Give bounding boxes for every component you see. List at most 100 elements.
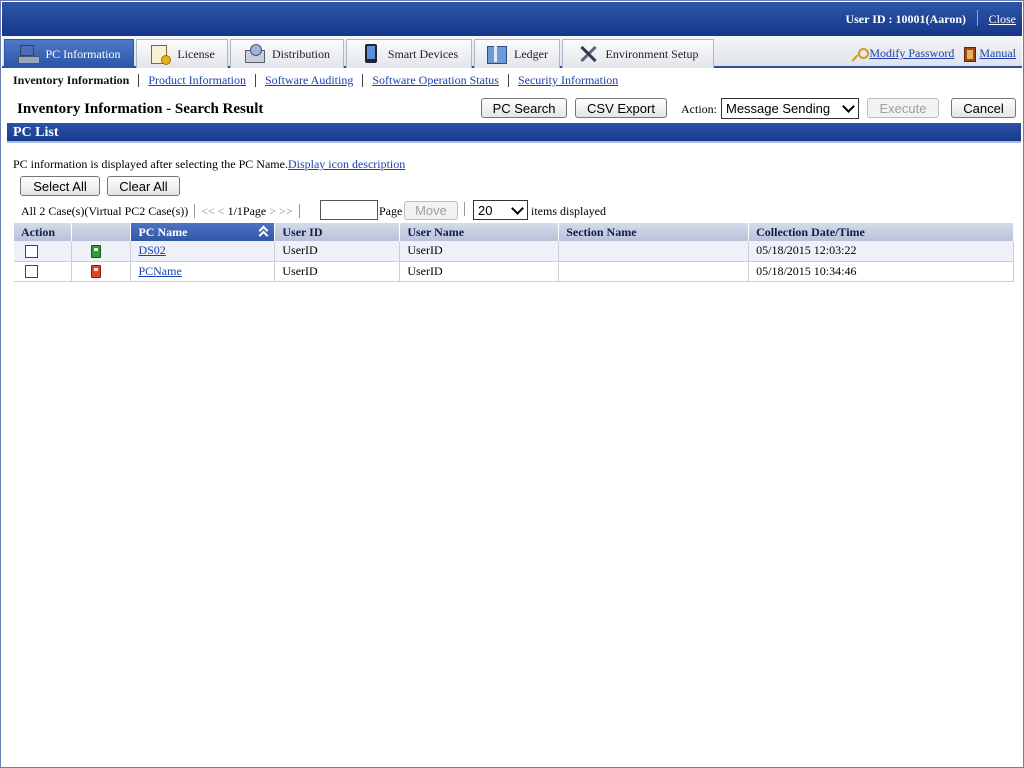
main-menu: PC Information License Distribution Smar… [2,36,1022,68]
modify-password-link[interactable]: Modify Password [869,46,954,60]
divider [464,202,465,216]
divider [138,74,140,87]
chevron-down-icon [511,204,523,216]
page-number-input[interactable] [320,200,378,220]
row-section-cell [558,241,750,262]
row-user-name-cell: UserID [399,261,560,282]
book-icon [964,46,977,62]
items-per-page-select[interactable]: 20 [473,200,528,220]
row-collected-cell: 05/18/2015 12:03:22 [748,241,1014,262]
tools-icon [578,44,600,64]
app-window: User ID : 10001(Aaron) Close PC Informat… [0,0,1024,768]
items-per-page-value: 20 [478,202,493,218]
next-page-link[interactable]: > [269,204,276,219]
row-checkbox[interactable] [25,245,38,258]
column-header-user-name[interactable]: User Name [399,223,560,241]
tab-distribution[interactable]: Distribution [230,39,344,68]
row-status-cell [71,241,132,262]
page-title: Inventory Information - Search Result [17,101,264,117]
subnav-software-operation-status[interactable]: Software Operation Status [372,73,499,88]
row-status-cell [71,261,132,282]
move-button[interactable]: Move [404,201,458,220]
row-action-cell [14,241,73,262]
manual-group: Manual [964,46,1016,62]
pager: All 2 Case(s)(Virtual PC2 Case(s)) << < … [21,203,306,219]
row-action-cell [14,261,73,282]
divider [977,10,978,26]
display-icon-description-link[interactable]: Display icon description [288,157,405,171]
subnav-security-information[interactable]: Security Information [518,73,618,88]
clear-all-button[interactable]: Clear All [107,176,180,196]
info-text: PC information is displayed after select… [13,157,405,172]
row-pc-name-cell: DS02 [130,241,276,262]
column-header-section-name[interactable]: Section Name [558,223,750,241]
page-info: 1/1Page [227,203,267,218]
subnav-software-auditing[interactable]: Software Auditing [265,73,353,88]
table-row: DS02 UserID UserID 05/18/2015 12:03:22 [14,241,1014,262]
tab-label: Environment Setup [605,46,699,61]
manual-link[interactable]: Manual [979,46,1016,60]
subnav-current: Inventory Information [13,73,130,87]
row-collected-cell: 05/18/2015 10:34:46 [748,261,1014,282]
column-header-label: PC Name [138,224,188,239]
row-user-id-cell: UserID [274,241,401,262]
smart-device-icon [360,44,382,64]
pc-name-link[interactable]: DS02 [138,243,165,257]
column-header-action: Action [14,223,73,241]
key-icon [852,47,870,62]
tab-smart-devices[interactable]: Smart Devices [346,39,472,68]
pc-status-icon [91,265,102,279]
tab-ledger[interactable]: Ledger [474,39,560,68]
action-select[interactable]: Message Sending [721,98,859,119]
last-page-link[interactable]: >> [279,204,293,219]
row-section-cell [558,261,750,282]
execute-button[interactable]: Execute [867,98,939,118]
pc-name-link[interactable]: PCName [138,264,181,278]
select-all-button[interactable]: Select All [20,176,100,196]
user-id-label: User ID : 10001(Aaron) [845,12,966,26]
pc-status-icon [91,245,102,258]
tab-label: Smart Devices [387,46,459,61]
chevron-down-icon [842,102,854,114]
table-row: PCName UserID UserID 05/18/2015 10:34:46 [14,261,1014,282]
pc-list-table: Action PC Name User ID User Name Section… [14,223,1014,282]
close-link[interactable]: Close [989,12,1016,27]
section-header: PC List [7,123,1021,143]
distribution-icon [244,44,266,64]
top-bar: User ID : 10001(Aaron) Close [2,2,1022,36]
tab-license[interactable]: License [136,39,228,68]
sub-navigation: Inventory Information Product Informatio… [13,73,618,88]
csv-export-button[interactable]: CSV Export [575,98,667,118]
tab-label: Ledger [514,46,548,61]
column-header-user-id[interactable]: User ID [274,223,401,241]
ledger-icon [486,44,508,64]
divider [362,74,364,87]
tab-label: License [177,46,215,61]
sort-ascending-icon [258,226,268,238]
pc-search-button[interactable]: PC Search [481,98,567,118]
result-summary: All 2 Case(s)(Virtual PC2 Case(s)) [21,203,189,218]
utility-links: Modify Password Manual [852,46,1016,62]
cancel-button[interactable]: Cancel [951,98,1016,118]
tab-label: PC Information [45,46,121,61]
column-header-status [71,223,132,241]
first-page-link[interactable]: << [201,204,215,219]
row-user-id-cell: UserID [274,261,401,282]
info-message: PC information is displayed after select… [13,157,288,171]
divider [298,204,300,218]
prev-page-link[interactable]: < [218,204,225,219]
pc-icon [17,44,40,64]
row-checkbox[interactable] [25,265,38,279]
modify-password-group: Modify Password [852,46,954,61]
tab-environment-setup[interactable]: Environment Setup [562,39,714,68]
column-header-pc-name[interactable]: PC Name [130,223,276,241]
action-label: Action: [681,102,717,116]
row-pc-name-cell: PCName [130,261,276,282]
tab-pc-information[interactable]: PC Information [4,39,134,68]
divider [507,74,509,87]
action-select-value: Message Sending [726,101,831,116]
divider [194,204,196,218]
subnav-product-information[interactable]: Product Information [148,73,246,88]
page-label: Page [379,204,403,218]
column-header-collection-date[interactable]: Collection Date/Time [748,223,1014,241]
